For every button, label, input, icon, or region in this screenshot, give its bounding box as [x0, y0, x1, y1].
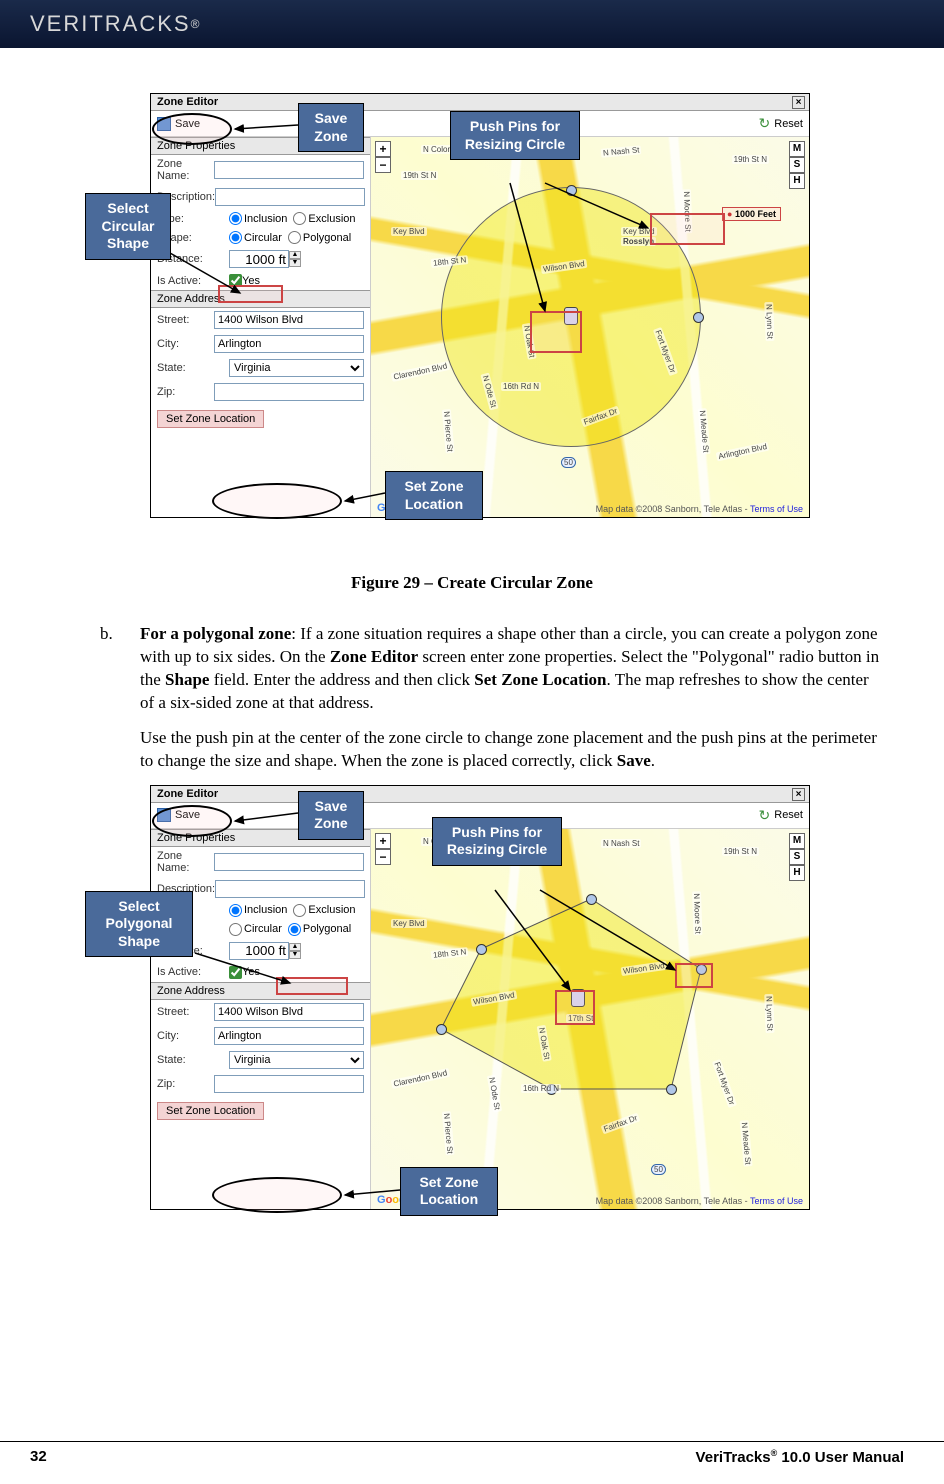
page-number: 32 — [30, 1448, 47, 1466]
callout-push-pins: Push Pins for Resizing Circle — [450, 111, 580, 160]
callout-set-zone-loc-2: Set Zone Location — [400, 1167, 498, 1216]
manual-title: VeriTracks® 10.0 User Manual — [696, 1448, 904, 1466]
callout-select-polygonal: Select Polygonal Shape — [85, 891, 193, 958]
callout-push-pins-2: Push Pins for Resizing Circle — [432, 817, 562, 866]
brand-reg: ® — [191, 17, 202, 31]
callout-set-zone-loc: Set Zone Location — [385, 471, 483, 520]
body-paragraph-1: b. For a polygonal zone: If a zone situa… — [140, 623, 884, 715]
brand-header: VERITRACKS® — [0, 0, 944, 48]
brand-name: VERITRACKS — [30, 11, 191, 37]
figure-2-wrap: Zone Editor × Save ↻ Reset Zone Properti… — [150, 785, 884, 1235]
figure-1-caption: Figure 29 – Create Circular Zone — [60, 573, 884, 593]
callout-select-circular: Select Circular Shape — [85, 193, 171, 260]
figure-1-wrap: Zone Editor × Save ↻ Reset Zone Properti… — [150, 93, 884, 553]
page-footer: 32 VeriTracks® 10.0 User Manual — [0, 1441, 944, 1466]
list-marker-b: b. — [100, 623, 113, 646]
body-paragraph-2: Use the push pin at the center of the zo… — [140, 727, 884, 773]
callout-save-zone: Save Zone — [298, 103, 364, 152]
callout-save-zone-2: Save Zone — [298, 791, 364, 840]
